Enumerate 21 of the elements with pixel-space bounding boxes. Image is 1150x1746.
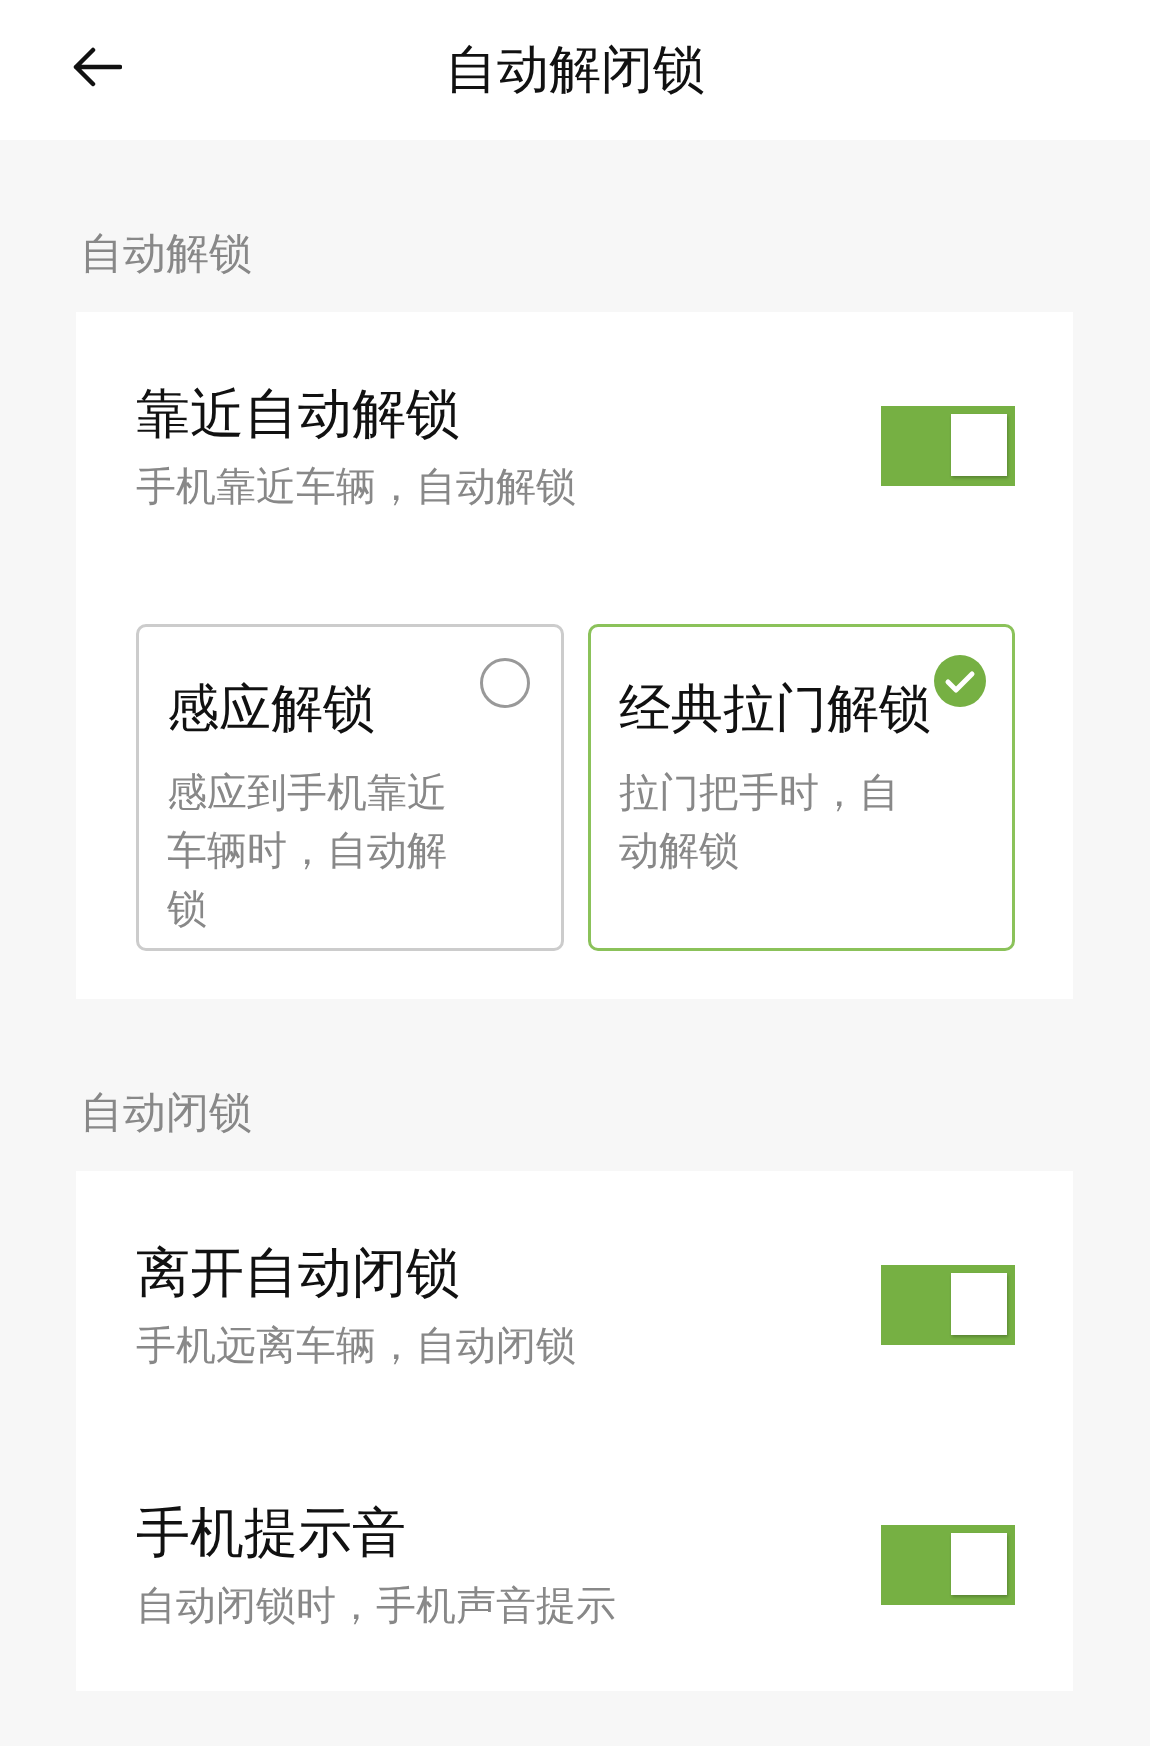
option-card[interactable]: 经典拉门解锁 拉门把手时，自动解锁 <box>587 624 1015 951</box>
option-card[interactable]: 感应解锁 感应到手机靠近车辆时，自动解锁 <box>136 624 564 951</box>
setting-title: 手机提示音 <box>136 1500 407 1566</box>
check-icon <box>934 655 986 707</box>
setting-description: 自动闭锁时，手机声音提示 <box>136 1581 616 1630</box>
setting-description: 手机靠近车辆，自动解锁 <box>136 462 576 511</box>
setting-title: 离开自动闭锁 <box>136 1240 461 1306</box>
option-description: 拉门把手时，自动解锁 <box>618 768 900 875</box>
back-arrow-icon[interactable] <box>72 47 122 87</box>
setting-title: 靠近自动解锁 <box>136 381 461 447</box>
option-title: 经典拉门解锁 <box>618 677 931 740</box>
toggle-switch[interactable] <box>881 1525 1015 1605</box>
radio-icon <box>478 657 531 709</box>
toggle-switch[interactable] <box>881 406 1015 486</box>
option-title: 感应解锁 <box>167 677 375 740</box>
section-label: 自动解锁 <box>80 227 253 280</box>
option-description: 感应到手机靠近车辆时，自动解锁 <box>167 768 448 933</box>
section-label: 自动闭锁 <box>80 1086 253 1139</box>
page-title: 自动解闭锁 <box>445 38 705 101</box>
setting-description: 手机远离车辆，自动闭锁 <box>136 1321 576 1370</box>
toggle-switch[interactable] <box>881 1265 1015 1345</box>
